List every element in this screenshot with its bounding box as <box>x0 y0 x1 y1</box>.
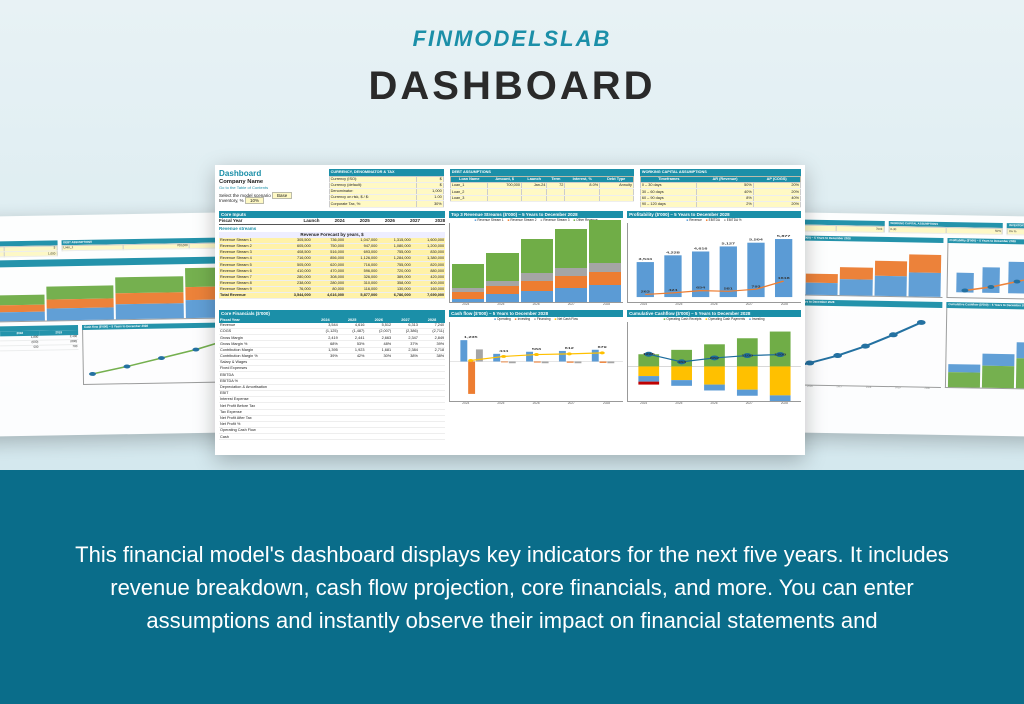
svg-text:4,228: 4,228 <box>666 251 680 255</box>
card-heading-f: Dashboard <box>219 169 323 179</box>
svg-text:1235: 1235 <box>643 352 656 356</box>
svg-text:862: 862 <box>710 356 720 360</box>
svg-text:1618: 1618 <box>778 276 791 280</box>
debt-head-f: DEBT ASSUMPTIONS <box>450 169 634 176</box>
currency-table: Currency$Denominator1,000 <box>0 246 57 260</box>
brand-logo: FINMODELSLAB <box>0 0 1024 52</box>
svg-text:654: 654 <box>696 286 706 290</box>
svg-text:263: 263 <box>641 290 651 294</box>
svg-text:463: 463 <box>677 360 687 364</box>
toc-link-f[interactable]: Go to the Table of Contents <box>219 186 323 191</box>
svg-text:679: 679 <box>598 345 608 349</box>
svg-text:5,504: 5,504 <box>749 238 763 242</box>
core-financials-table: Fiscal Year20242025202620272028Revenue3,… <box>219 317 445 440</box>
top3-revenue-chart <box>449 223 623 303</box>
revenue-input-table: Revenue Stream 1305,500736,0001,047,0001… <box>219 238 445 300</box>
svg-text:5,127: 5,127 <box>722 242 736 246</box>
svg-text:1100: 1100 <box>741 354 753 358</box>
description-section: This financial model's dashboard display… <box>0 470 1024 704</box>
screenshot-mockups: Dashboard Company Name Go to the Table o… <box>0 155 1024 470</box>
svg-text:793: 793 <box>751 285 761 289</box>
currency-table-f: Currency (ISO):$Currency (default):$Deno… <box>329 176 444 208</box>
svg-text:444: 444 <box>499 349 509 353</box>
cashflow-chart: 1,235 444 563 612 679 <box>449 322 623 402</box>
page-title: DASHBOARD <box>0 64 1024 109</box>
svg-text:581: 581 <box>724 287 734 291</box>
svg-text:4,616: 4,616 <box>694 247 708 251</box>
svg-text:424: 424 <box>668 288 678 292</box>
cumulative-chart: 1235 463 862 1100 1200 <box>627 322 801 402</box>
wc-table-f: TimeframesAR (Revenue)AP (COGS)0 – 30 da… <box>640 176 801 208</box>
description-text: This financial model's dashboard display… <box>70 538 954 637</box>
svg-text:1200: 1200 <box>774 353 787 357</box>
debt-table-f: Loan NameAmount, $LaunchTermInterest, %D… <box>450 176 634 202</box>
prof-chart-r <box>946 243 1024 301</box>
cur-head-f: CURRENCY, DENOMINATOR & TAX <box>329 169 444 176</box>
mini-fin-table: 201720182019 Revenue1,2001,8002,400 COGS… <box>0 330 78 353</box>
profitability-chart: 3,544 4,228 4,616 5,127 5,504 5,877 263 424 654 5… <box>627 223 801 303</box>
wc-head-f: WORKING CAPITAL ASSUMPTIONS <box>640 169 801 176</box>
svg-text:612: 612 <box>565 346 575 350</box>
mock-card-front: Dashboard Company Name Go to the Table o… <box>215 165 805 455</box>
svg-text:563: 563 <box>532 347 542 351</box>
svg-text:5,877: 5,877 <box>777 234 791 238</box>
svg-text:3,544: 3,544 <box>639 257 653 261</box>
svg-text:1,235: 1,235 <box>464 335 478 339</box>
cum-chart-r <box>945 308 1024 391</box>
hero-section: FINMODELSLAB DASHBOARD Dashboard Company… <box>0 0 1024 470</box>
